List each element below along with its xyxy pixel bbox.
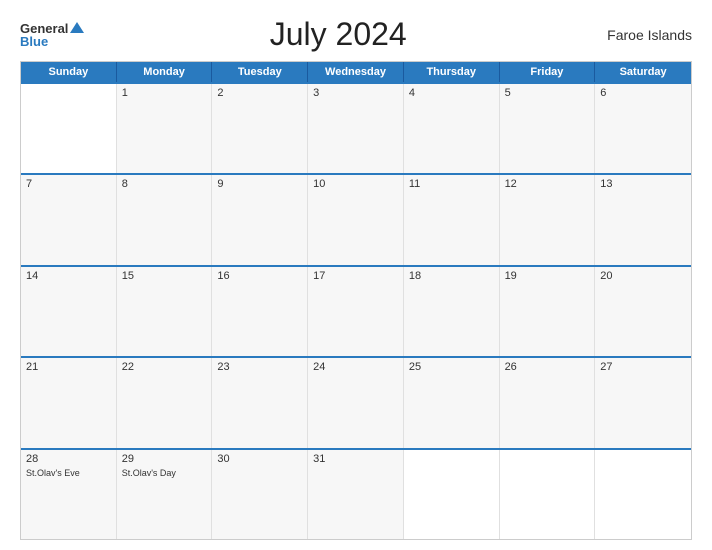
day-number: 6 [600,87,686,99]
day-cell: 22 [117,358,213,447]
day-cell: 23 [212,358,308,447]
day-header-wednesday: Wednesday [308,62,404,82]
day-cell: 17 [308,267,404,356]
day-cell: 8 [117,175,213,264]
day-number: 1 [122,87,207,99]
calendar-region: Faroe Islands [592,27,692,43]
day-cell: 28 St.Olav's Eve [21,450,117,539]
day-event: St.Olav's Day [122,468,176,478]
day-number: 29 [122,453,207,465]
day-number: 20 [600,270,686,282]
day-number: 26 [505,361,590,373]
calendar-page: General Blue July 2024 Faroe Islands Sun… [0,0,712,550]
day-number: 31 [313,453,398,465]
calendar-grid: SundayMondayTuesdayWednesdayThursdayFrid… [20,61,692,540]
day-header-saturday: Saturday [595,62,691,82]
day-cell: 1 [117,84,213,173]
day-number: 13 [600,178,686,190]
day-cell: 26 [500,358,596,447]
day-header-monday: Monday [117,62,213,82]
day-cell: 25 [404,358,500,447]
day-cell: 16 [212,267,308,356]
day-number: 30 [217,453,302,465]
day-header-thursday: Thursday [404,62,500,82]
week-row-2: 14 15 16 17 18 19 20 [21,265,691,356]
day-cell: 3 [308,84,404,173]
weeks-container: 1234567891011121314151617181920212223242… [21,82,691,539]
day-cell: 9 [212,175,308,264]
week-row-0: 123456 [21,82,691,173]
day-number: 11 [409,178,494,190]
week-row-3: 21 22 23 24 25 26 27 [21,356,691,447]
logo-general-text: General [20,22,68,35]
day-number: 14 [26,270,111,282]
day-cell [21,84,117,173]
day-number: 4 [409,87,494,99]
day-number: 18 [409,270,494,282]
day-header-tuesday: Tuesday [212,62,308,82]
day-cell: 13 [595,175,691,264]
day-cell: 24 [308,358,404,447]
day-number: 22 [122,361,207,373]
day-cell: 18 [404,267,500,356]
day-cell: 27 [595,358,691,447]
calendar-header: General Blue July 2024 Faroe Islands [20,16,692,53]
logo: General Blue [20,22,84,48]
day-number: 5 [505,87,590,99]
day-number: 19 [505,270,590,282]
day-number: 12 [505,178,590,190]
day-number: 17 [313,270,398,282]
day-number: 25 [409,361,494,373]
day-cell: 6 [595,84,691,173]
logo-blue-text: Blue [20,35,48,48]
day-number: 10 [313,178,398,190]
day-header-sunday: Sunday [21,62,117,82]
day-number: 27 [600,361,686,373]
day-cell: 21 [21,358,117,447]
day-cell: 5 [500,84,596,173]
logo-triangle-icon [70,22,84,33]
day-cell: 31 [308,450,404,539]
day-cell: 30 [212,450,308,539]
day-cell: 7 [21,175,117,264]
day-cell: 15 [117,267,213,356]
day-header-friday: Friday [500,62,596,82]
day-number: 16 [217,270,302,282]
day-number: 2 [217,87,302,99]
day-number: 24 [313,361,398,373]
day-cell [595,450,691,539]
day-cell [500,450,596,539]
day-number: 28 [26,453,111,465]
day-event: St.Olav's Eve [26,468,80,478]
day-cell: 12 [500,175,596,264]
week-row-4: 28 St.Olav's Eve 29 St.Olav's Day 30 31 [21,448,691,539]
day-cell: 29 St.Olav's Day [117,450,213,539]
day-cell: 20 [595,267,691,356]
day-cell: 2 [212,84,308,173]
day-cell: 4 [404,84,500,173]
day-cell: 14 [21,267,117,356]
day-number: 7 [26,178,111,190]
day-number: 23 [217,361,302,373]
day-cell: 19 [500,267,596,356]
day-number: 8 [122,178,207,190]
day-cell [404,450,500,539]
day-cell: 10 [308,175,404,264]
day-number: 15 [122,270,207,282]
day-cell: 11 [404,175,500,264]
day-number: 9 [217,178,302,190]
day-headers-row: SundayMondayTuesdayWednesdayThursdayFrid… [21,62,691,82]
day-number: 21 [26,361,111,373]
calendar-title: July 2024 [84,16,592,53]
week-row-1: 789 10 11 12 13 [21,173,691,264]
day-number: 3 [313,87,398,99]
